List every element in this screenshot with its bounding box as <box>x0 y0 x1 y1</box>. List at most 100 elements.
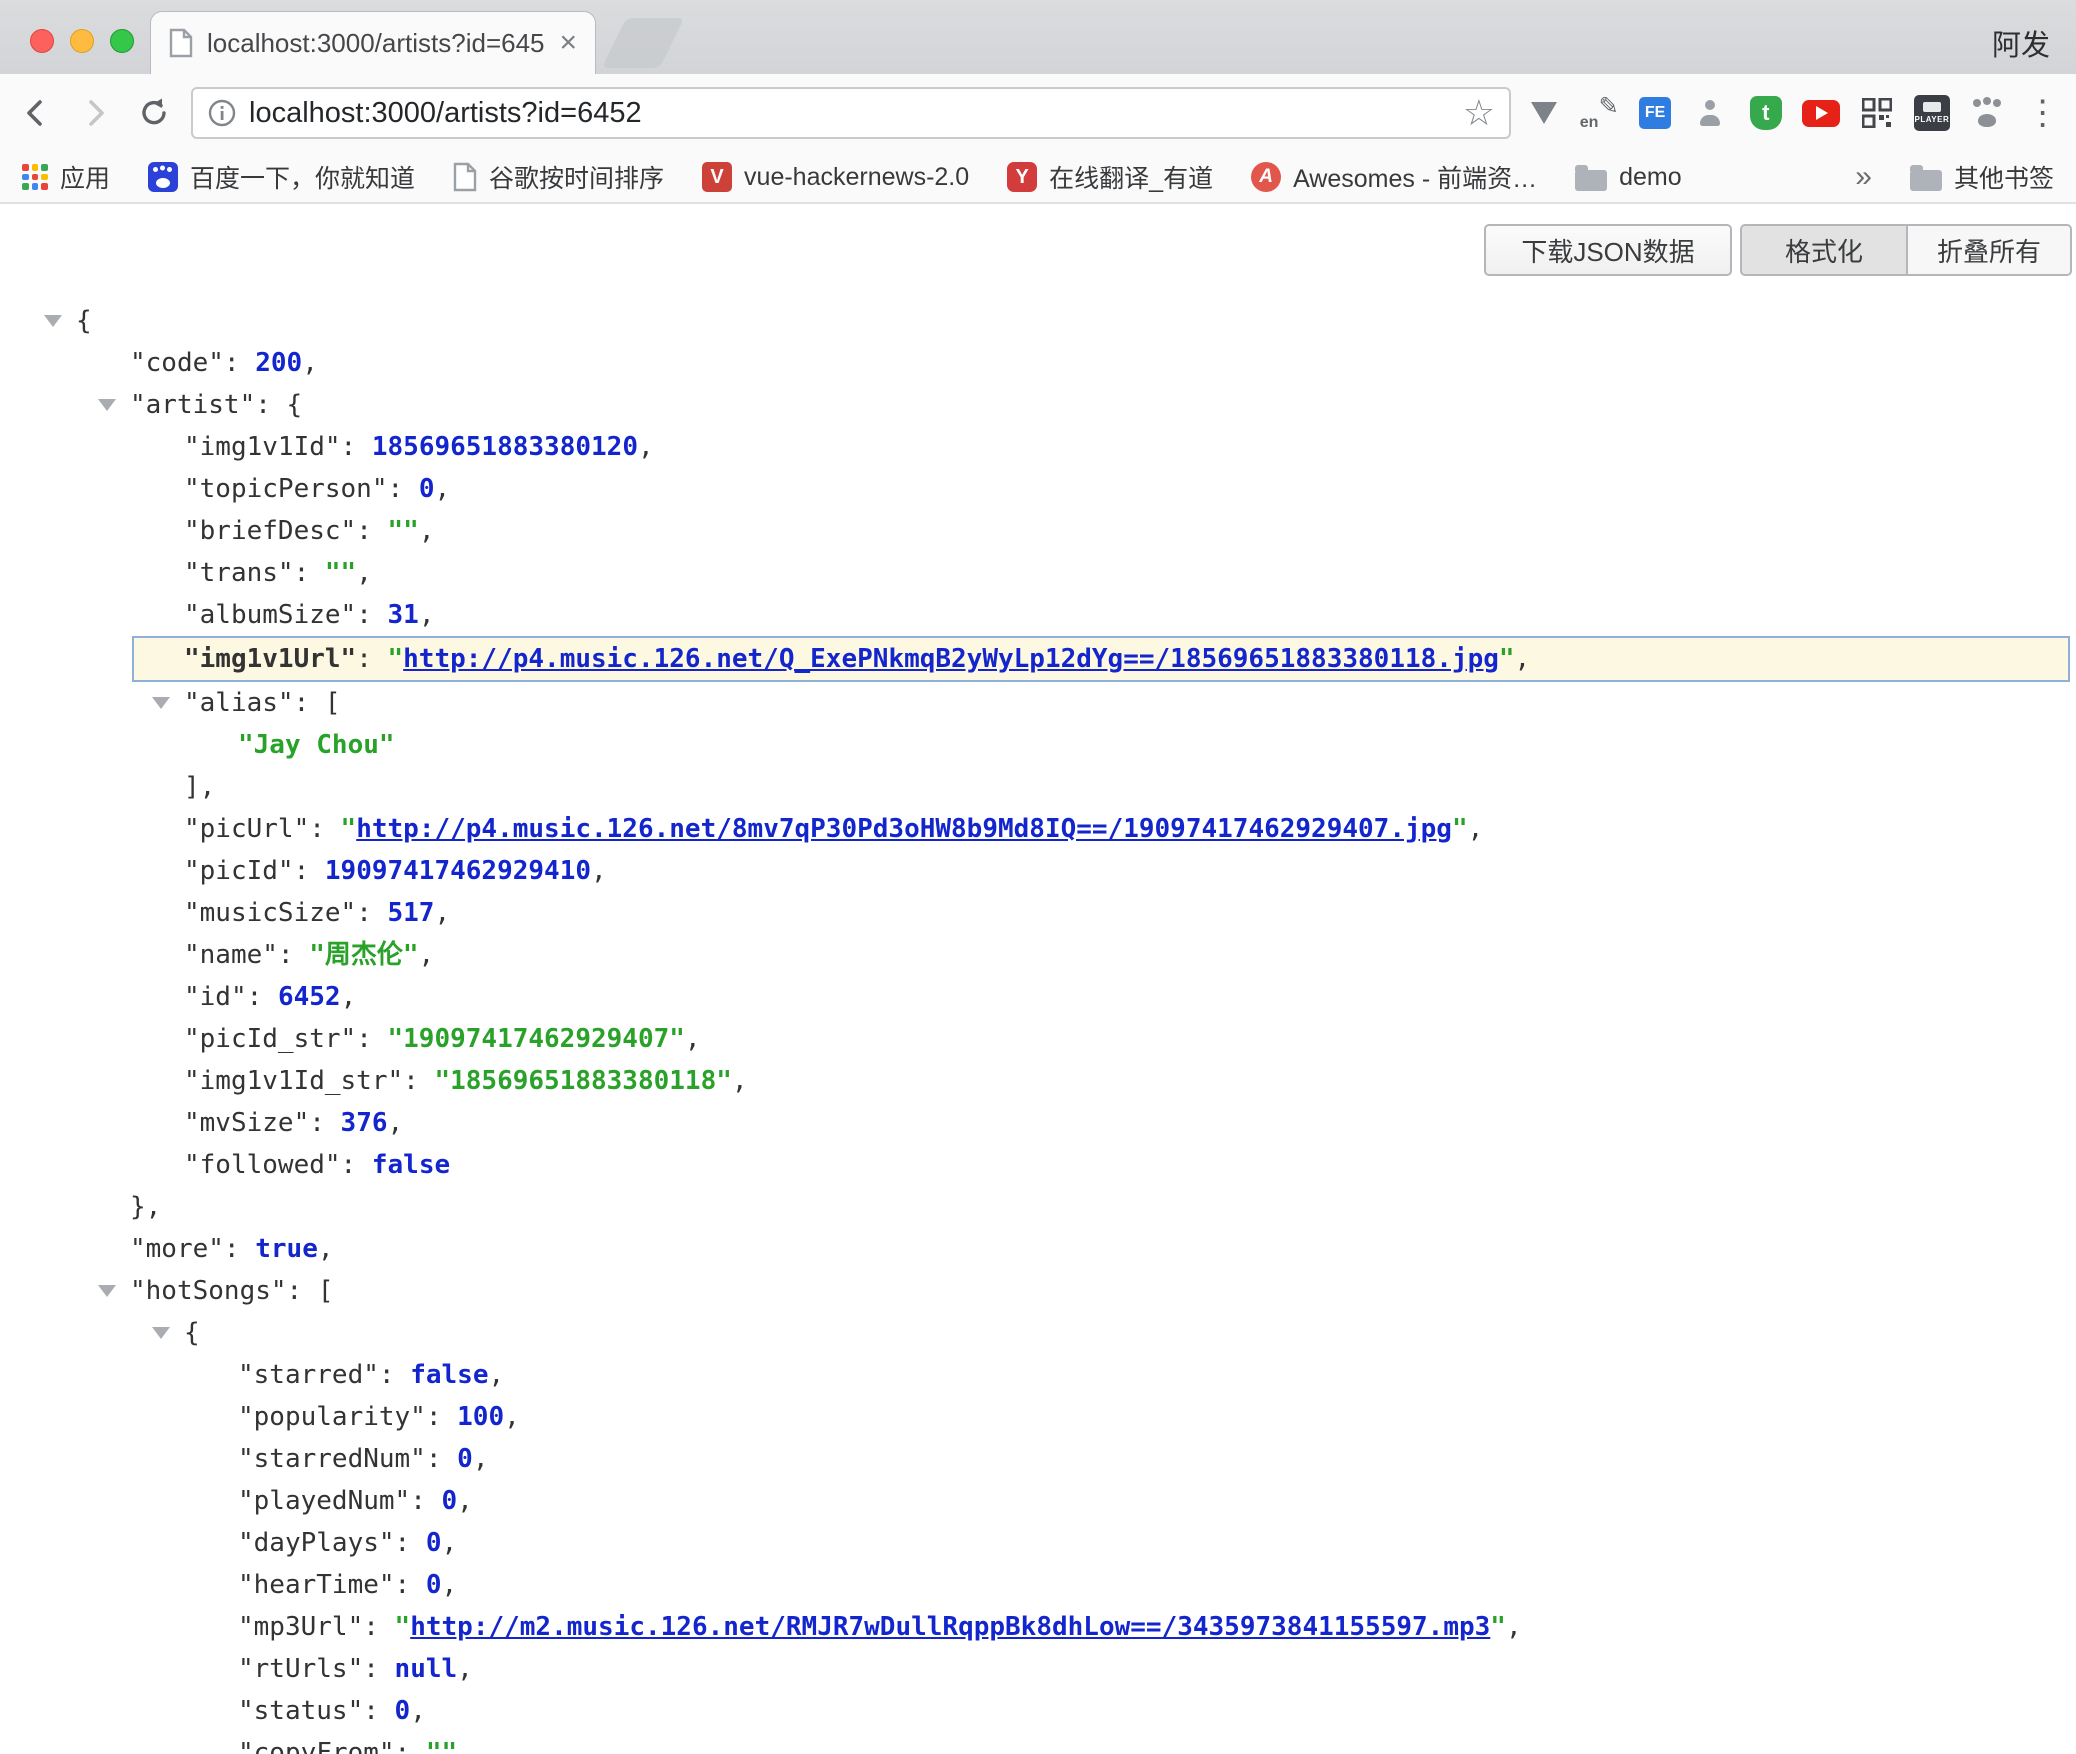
play-icon <box>1802 100 1840 127</box>
forward-button[interactable] <box>72 90 118 136</box>
json-bracket: { <box>287 390 303 420</box>
json-value: 0 <box>419 474 435 504</box>
json-value: 0 <box>426 1570 442 1600</box>
json-value: 0 <box>395 1696 411 1726</box>
tab-strip: localhost:3000/artists?id=645 × 阿发 <box>0 0 2076 74</box>
json-key: "status" <box>238 1696 363 1726</box>
json-key: "mvSize" <box>184 1108 309 1138</box>
fe-extension-icon[interactable]: FE <box>1633 91 1677 135</box>
json-line: "mp3Url": "http://m2.music.126.net/RMJR7… <box>0 1606 2076 1648</box>
shield-extension-icon[interactable]: t <box>1744 91 1788 135</box>
bookmarks-overflow-chevron[interactable]: » <box>1855 160 1872 194</box>
json-line: "more": true, <box>0 1228 2076 1270</box>
json-line: { <box>0 1312 2076 1354</box>
bookmark-item-apps[interactable]: 应用 <box>22 159 110 195</box>
bookmark-label: 在线翻译_有道 <box>1049 159 1213 195</box>
json-key: "code" <box>130 348 224 378</box>
tab-close-icon[interactable]: × <box>559 28 577 58</box>
collapse-all-button[interactable]: 折叠所有 <box>1906 224 2072 276</box>
page-info-icon[interactable] <box>207 98 237 128</box>
json-value: 19097417462929410 <box>325 856 591 886</box>
json-key: "playedNum" <box>238 1486 410 1516</box>
url-text[interactable]: localhost:3000/artists?id=6452 <box>249 97 1463 130</box>
json-value: null <box>395 1654 458 1684</box>
json-line: "artist": { <box>0 384 2076 426</box>
json-key: "img1v1Url" <box>184 644 356 674</box>
json-line: ], <box>0 766 2076 808</box>
json-key: "popularity" <box>238 1402 426 1432</box>
json-line: "rtUrls": null, <box>0 1648 2076 1690</box>
player-extension-icon[interactable]: PLAYER <box>1910 91 1954 135</box>
close-window-button[interactable] <box>30 29 54 53</box>
browser-tab[interactable]: localhost:3000/artists?id=645 × <box>150 11 596 74</box>
bookmark-item-other-bookmarks[interactable]: 其他书签 <box>1910 159 2054 195</box>
translate-extension-icon[interactable]: en ✎ <box>1578 91 1622 135</box>
contacts-extension-icon[interactable] <box>1688 91 1732 135</box>
collapse-triangle-icon[interactable] <box>98 399 116 411</box>
collapse-triangle-icon[interactable] <box>98 1285 116 1297</box>
json-value: 0 <box>442 1486 458 1516</box>
json-line: "topicPerson": 0, <box>0 468 2076 510</box>
json-key: "starredNum" <box>238 1444 426 1474</box>
collapse-triangle-icon[interactable] <box>152 697 170 709</box>
download-json-button[interactable]: 下载JSON数据 <box>1484 224 1732 276</box>
pen-icon: ✎ <box>1599 92 1619 121</box>
back-button[interactable] <box>13 90 59 136</box>
json-line: "Jay Chou" <box>0 724 2076 766</box>
json-line: "img1v1Id_str": "18569651883380118", <box>0 1060 2076 1102</box>
fe-label: FE <box>1639 97 1671 129</box>
json-url-link[interactable]: http://m2.music.126.net/RMJR7wDullRqppBk… <box>410 1612 1490 1642</box>
bookmark-item-baidu[interactable]: 百度一下，你就知道 <box>148 159 415 195</box>
json-bracket: [ <box>325 688 341 718</box>
browser-menu-button[interactable]: ⋮ <box>2021 91 2065 135</box>
json-value: 0 <box>426 1528 442 1558</box>
json-value: 517 <box>388 898 435 928</box>
json-line: "musicSize": 517, <box>0 892 2076 934</box>
v-shape-extension-icon[interactable] <box>1522 91 1566 135</box>
json-line: }, <box>0 1186 2076 1228</box>
back-arrow-icon <box>18 95 54 131</box>
bookmark-label: vue-hackernews-2.0 <box>744 163 969 192</box>
baidu-paw-icon <box>148 162 178 192</box>
json-key: "picId" <box>184 856 294 886</box>
format-button[interactable]: 格式化 <box>1740 224 1906 276</box>
json-line: "followed": false <box>0 1144 2076 1186</box>
json-line: "trans": "", <box>0 552 2076 594</box>
json-value: 200 <box>255 348 302 378</box>
json-string: "" <box>388 516 419 546</box>
new-tab-button[interactable] <box>602 18 684 68</box>
reload-button[interactable] <box>131 90 177 136</box>
json-url-link[interactable]: http://p4.music.126.net/Q_ExePNkmqB2yWyL… <box>403 644 1499 674</box>
json-key: "picUrl" <box>184 814 309 844</box>
bookmark-item-vue-hackernews[interactable]: V vue-hackernews-2.0 <box>702 162 969 192</box>
youdao-icon: Y <box>1007 162 1037 192</box>
json-line: { <box>0 300 2076 342</box>
bookmark-star-icon[interactable]: ☆ <box>1463 95 1495 131</box>
page-content: 下载JSON数据 格式化 折叠所有 {"code": 200,"artist":… <box>0 204 2076 1752</box>
paw-extension-icon[interactable] <box>1965 91 2009 135</box>
json-string: "周杰伦" <box>309 940 418 970</box>
json-line: "albumSize": 31, <box>0 594 2076 636</box>
bookmark-item-awesomes[interactable]: A Awesomes - 前端资… <box>1251 159 1537 195</box>
folder-icon <box>1575 170 1607 191</box>
profile-name[interactable]: 阿发 <box>1992 22 2050 64</box>
bookmark-item-youdao[interactable]: Y 在线翻译_有道 <box>1007 159 1213 195</box>
folder-icon <box>1910 170 1942 191</box>
qrcode-extension-icon[interactable] <box>1855 91 1899 135</box>
json-string: "19097417462929407" <box>388 1024 685 1054</box>
bookmark-item-demo[interactable]: demo <box>1575 163 1682 192</box>
json-line: "name": "周杰伦", <box>0 934 2076 976</box>
collapse-triangle-icon[interactable] <box>44 315 62 327</box>
minimize-window-button[interactable] <box>70 29 94 53</box>
json-key: "id" <box>184 982 247 1012</box>
fullscreen-window-button[interactable] <box>110 29 134 53</box>
url-bar[interactable]: localhost:3000/artists?id=6452 ☆ <box>191 87 1511 139</box>
json-bracket: ], <box>184 772 215 802</box>
bookmark-item-google-sort[interactable]: 谷歌按时间排序 <box>453 159 664 195</box>
collapse-triangle-icon[interactable] <box>152 1327 170 1339</box>
json-url-link[interactable]: http://p4.music.126.net/8mv7qP30Pd3oHW8b… <box>356 814 1452 844</box>
youtube-extension-icon[interactable] <box>1799 91 1843 135</box>
v-badge-icon: V <box>702 162 732 192</box>
reload-icon <box>136 95 172 131</box>
json-string: "18569651883380118" <box>434 1066 731 1096</box>
